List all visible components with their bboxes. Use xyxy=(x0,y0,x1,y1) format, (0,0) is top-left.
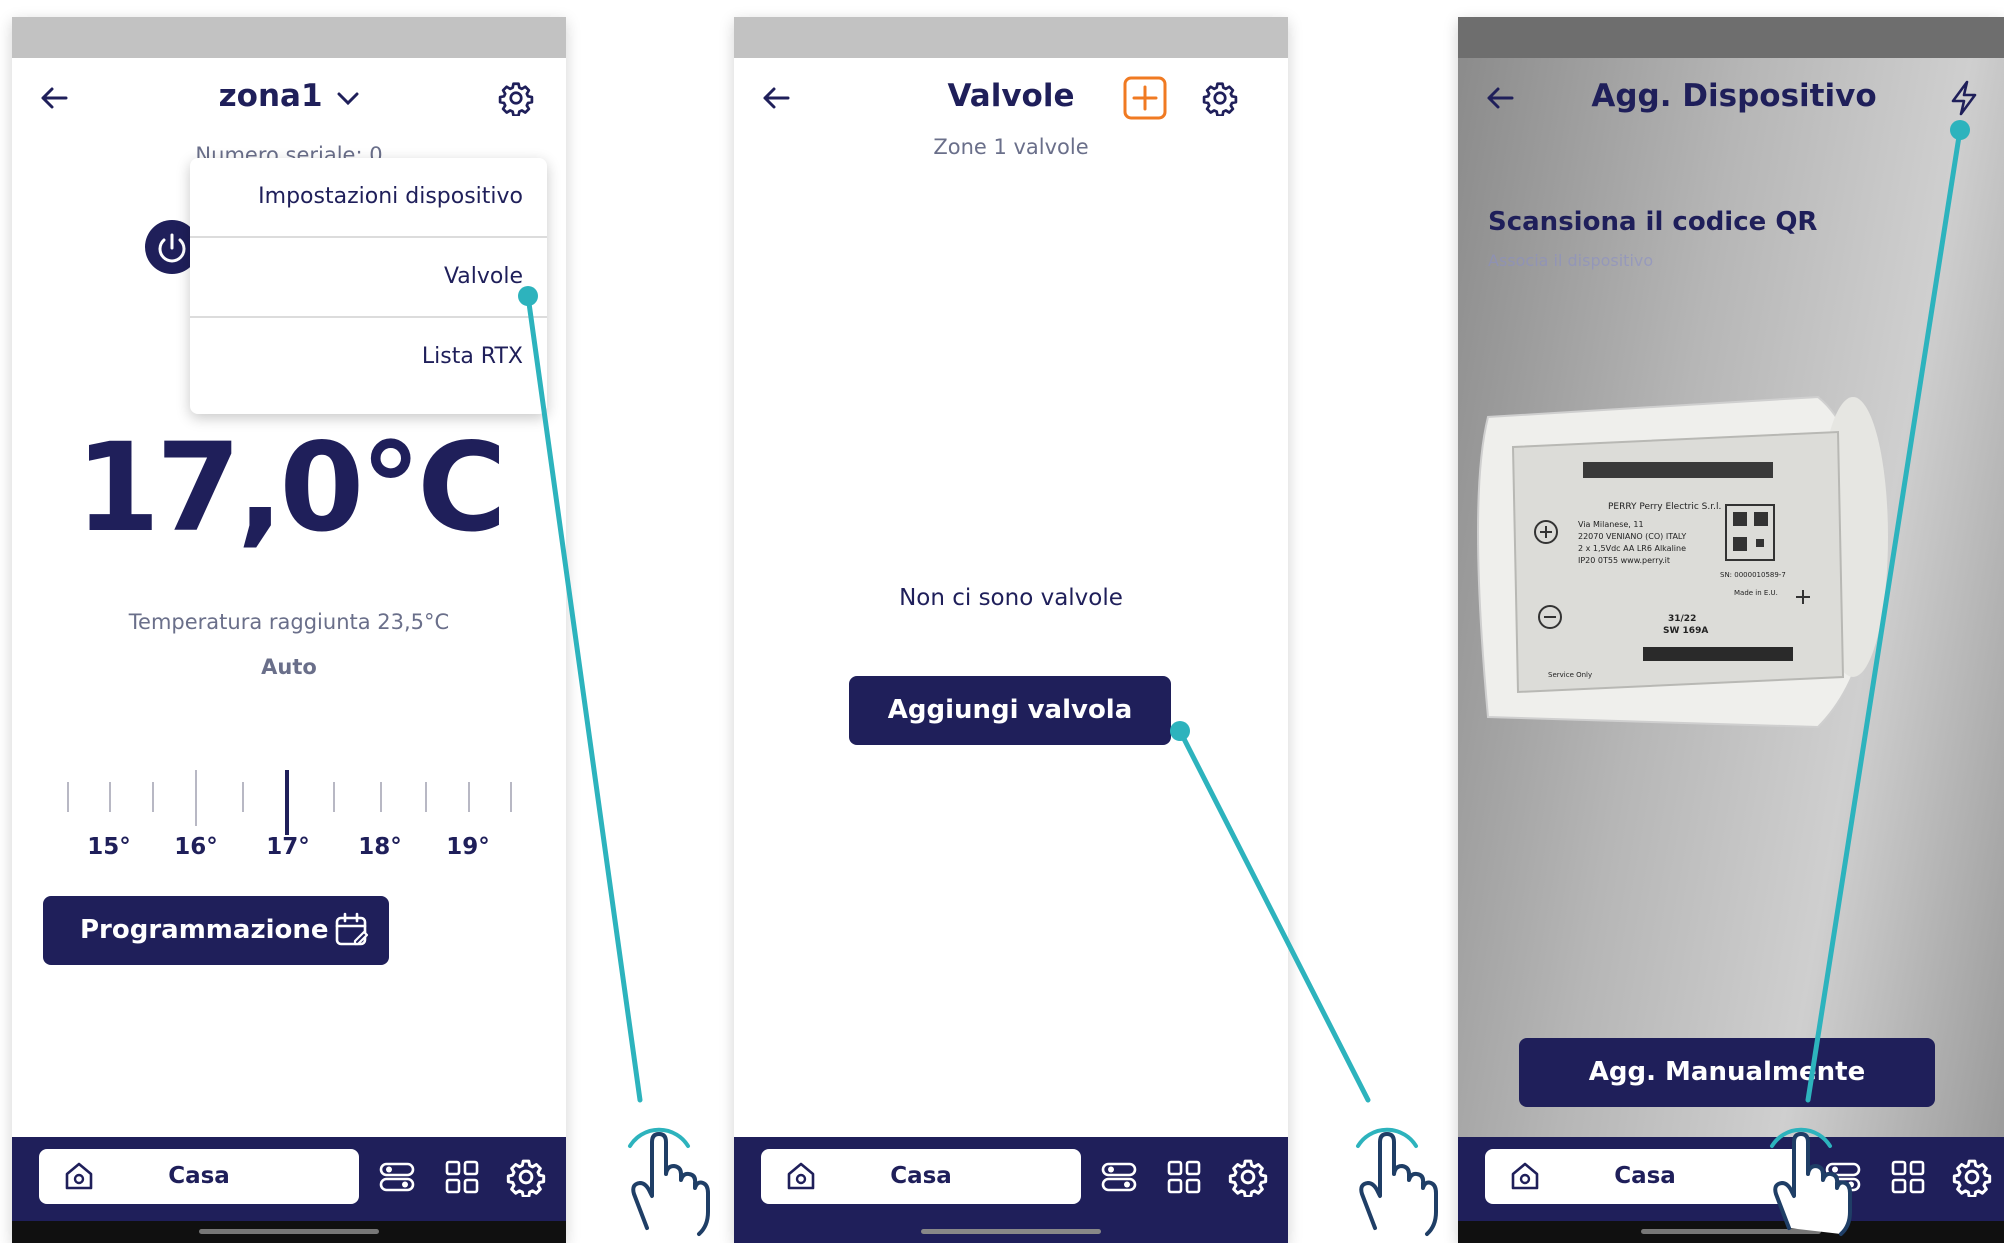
label-service: Service Only xyxy=(1548,671,1592,679)
phone-screen-valves: Valvole Zone 1 valvole Non ci sono valvo… xyxy=(734,17,1288,1243)
phone-screen-add-device: PERRY Perry Electric S.r.l. Via Milanese… xyxy=(1458,17,2004,1243)
nav-home-label: Casa xyxy=(168,1163,230,1189)
toggles-icon[interactable] xyxy=(1099,1157,1139,1197)
gear-icon[interactable] xyxy=(1228,1157,1268,1197)
scale-tick xyxy=(242,782,244,812)
scale-tick xyxy=(109,782,111,812)
temperature-scale[interactable] xyxy=(12,752,566,835)
zone-title: zona1 xyxy=(218,78,323,114)
bottom-nav: Casa xyxy=(12,1137,566,1221)
chevron-down-icon xyxy=(337,92,359,106)
menu-item-valves[interactable]: Valvole xyxy=(190,238,547,316)
calendar-edit-icon xyxy=(335,912,369,946)
status-bar xyxy=(734,17,1288,58)
bottom-nav: Casa xyxy=(1458,1137,2004,1221)
scale-tick xyxy=(333,782,335,812)
header: Valvole xyxy=(734,58,1288,138)
scale-tick xyxy=(510,782,512,812)
scan-title: Scansiona il codice QR xyxy=(1488,207,1818,237)
device-photo: PERRY Perry Electric S.r.l. Via Milanese… xyxy=(1477,395,1888,729)
schedule-button-label: Programmazione xyxy=(80,915,329,945)
home-indicator xyxy=(12,1221,566,1243)
scale-tick xyxy=(425,782,427,812)
add-valve-button[interactable]: Aggiungi valvola xyxy=(849,676,1171,745)
status-bar xyxy=(12,17,566,58)
grid-icon[interactable] xyxy=(442,1157,482,1197)
nav-home-tab[interactable]: Casa xyxy=(1485,1149,1805,1204)
reached-temperature: Temperatura raggiunta 23,5°C xyxy=(128,610,450,634)
label-sw: SW 169A xyxy=(1663,626,1708,636)
menu-item-device-settings[interactable]: Impostazioni dispositivo xyxy=(190,158,547,236)
nav-home-tab[interactable]: Casa xyxy=(761,1149,1081,1204)
flash-icon[interactable] xyxy=(1942,76,1986,120)
menu-item-rtx-list[interactable]: Lista RTX xyxy=(190,318,547,396)
camera-preview: PERRY Perry Electric S.r.l. Via Milanese… xyxy=(1458,17,2004,1137)
zone-selector[interactable]: zona1 xyxy=(12,78,566,114)
header: Agg. Dispositivo xyxy=(1458,58,2004,138)
tap-gesture-icon xyxy=(1770,1127,1852,1236)
nav-home-label: Casa xyxy=(890,1163,952,1189)
add-square-icon[interactable] xyxy=(1123,76,1167,120)
phone-screen-zone: zona1 Numero seriale: 0 Impostazioni dis… xyxy=(12,17,566,1243)
label-serial: SN: 0000010589-7 xyxy=(1720,571,1786,579)
gear-icon[interactable] xyxy=(506,1157,546,1197)
label-power: 2 x 1,5Vdc AA LR6 Alkaline xyxy=(1578,544,1686,553)
scale-label: 19° xyxy=(446,834,490,860)
gear-icon[interactable] xyxy=(1952,1157,1992,1197)
bottom-nav: Casa xyxy=(734,1137,1288,1221)
label-brand: PERRY Perry Electric S.r.l. xyxy=(1608,502,1721,512)
tap-gesture-icon xyxy=(628,1127,710,1236)
mode-label: Auto xyxy=(261,655,317,679)
scale-label: 16° xyxy=(174,834,218,860)
label-rating: IP20 0T55 www.perry.it xyxy=(1578,556,1670,565)
nav-home-label: Casa xyxy=(1614,1163,1676,1189)
header: zona1 xyxy=(12,58,566,138)
scale-label: 18° xyxy=(358,834,402,860)
grid-icon[interactable] xyxy=(1888,1157,1928,1197)
status-bar xyxy=(1458,17,2004,58)
current-temperature: 17,0°C xyxy=(75,417,507,559)
gear-icon[interactable] xyxy=(494,76,538,120)
label-address: Via Milanese, 11 xyxy=(1578,520,1644,529)
scale-tick xyxy=(380,782,382,812)
gear-icon[interactable] xyxy=(1198,76,1242,120)
page-subtitle: Zone 1 valvole xyxy=(933,135,1089,159)
scale-indicator xyxy=(285,770,289,835)
schedule-button[interactable]: Programmazione xyxy=(43,896,389,965)
home-indicator xyxy=(1458,1221,2004,1243)
scale-tick xyxy=(152,782,154,812)
scale-label: 17° xyxy=(266,834,310,860)
label-made: Made in E.U. xyxy=(1734,589,1778,597)
toggles-icon[interactable] xyxy=(377,1157,417,1197)
page-title: Agg. Dispositivo xyxy=(1591,78,1877,114)
home-indicator xyxy=(734,1221,1288,1243)
scan-subtitle: Associa il dispositivo xyxy=(1488,251,1654,270)
label-date: 31/22 xyxy=(1668,614,1696,624)
scale-label: 15° xyxy=(87,834,131,860)
grid-icon[interactable] xyxy=(1164,1157,1204,1197)
scale-tick xyxy=(195,770,197,826)
add-manually-button[interactable]: Agg. Manualmente xyxy=(1519,1038,1935,1107)
tap-gesture-icon xyxy=(1356,1127,1438,1236)
label-city: 22070 VENIANO (CO) ITALY xyxy=(1578,532,1686,541)
scale-tick xyxy=(67,782,69,812)
nav-home-tab[interactable]: Casa xyxy=(39,1149,359,1204)
dropdown-menu: Impostazioni dispositivo Valvole Lista R… xyxy=(190,158,547,414)
empty-message: Non ci sono valvole xyxy=(899,585,1123,611)
scale-tick xyxy=(468,782,470,812)
